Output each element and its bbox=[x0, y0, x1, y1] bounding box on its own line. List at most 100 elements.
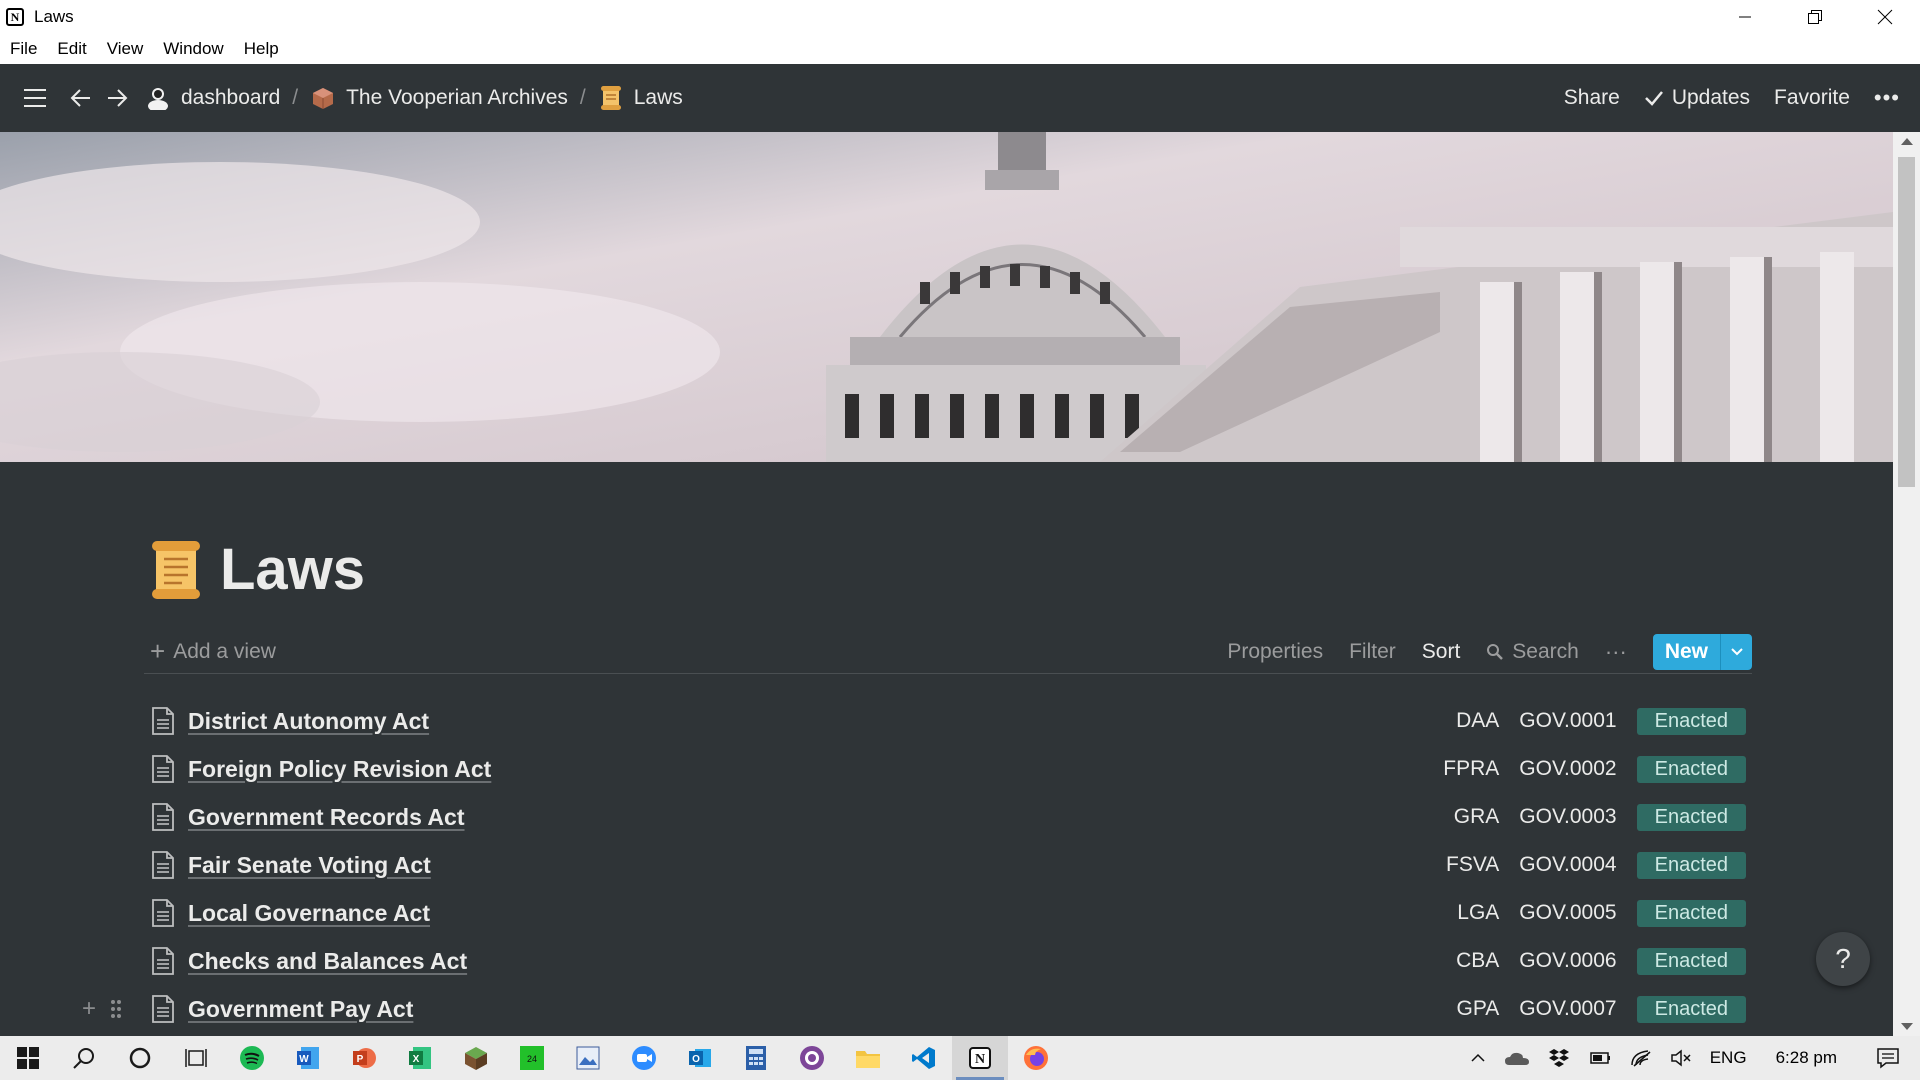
vscode-icon[interactable] bbox=[896, 1036, 952, 1080]
list-item[interactable]: Local Governance Act LGA GOV.0005 Enacte… bbox=[144, 889, 1752, 937]
notifications-icon[interactable] bbox=[1876, 1047, 1900, 1069]
scrollbar-thumb[interactable] bbox=[1898, 157, 1915, 487]
law-code: GOV.0004 bbox=[1519, 853, 1617, 876]
scroll-down-icon[interactable] bbox=[1901, 1023, 1913, 1030]
menu-view[interactable]: View bbox=[107, 39, 144, 59]
scroll-up-icon[interactable] bbox=[1901, 138, 1913, 145]
updates-label: Updates bbox=[1671, 86, 1751, 109]
list-item[interactable]: District Autonomy Act DAA GOV.0001 Enact… bbox=[144, 697, 1752, 745]
law-code: GOV.0005 bbox=[1519, 901, 1617, 924]
list-item[interactable]: Checks and Balances Act CBA GOV.0006 Ena… bbox=[144, 937, 1752, 985]
cortana-icon[interactable] bbox=[112, 1036, 168, 1080]
law-name[interactable]: Foreign Policy Revision Act bbox=[188, 756, 491, 783]
add-view-button[interactable]: + Add a view bbox=[150, 636, 276, 667]
volume-muted-icon[interactable] bbox=[1670, 1049, 1692, 1067]
breadcrumb-laws[interactable]: Laws bbox=[598, 85, 683, 111]
page-scrollbar[interactable] bbox=[1893, 132, 1920, 1036]
menu-help[interactable]: Help bbox=[244, 39, 279, 59]
filter-button[interactable]: Filter bbox=[1349, 640, 1396, 664]
search-label: Search bbox=[1512, 639, 1579, 663]
status-badge: Enacted bbox=[1636, 851, 1746, 879]
page-title[interactable]: Laws bbox=[220, 536, 365, 603]
menu-file[interactable]: File bbox=[10, 39, 37, 59]
calculator-icon[interactable] bbox=[728, 1036, 784, 1080]
law-name[interactable]: Government Pay Act bbox=[188, 996, 413, 1023]
onedrive-icon[interactable] bbox=[1504, 1050, 1530, 1066]
breadcrumb-dashboard[interactable]: dashboard bbox=[145, 85, 280, 111]
list-item[interactable]: + Government Pay Act GPA GOV.0007 Enacte… bbox=[82, 985, 1752, 1033]
close-button[interactable] bbox=[1850, 0, 1920, 34]
page-icon bbox=[152, 947, 174, 975]
minecraft-icon[interactable] bbox=[448, 1036, 504, 1080]
photo-app-icon[interactable] bbox=[560, 1036, 616, 1080]
file-explorer-icon[interactable] bbox=[840, 1036, 896, 1080]
list-item[interactable]: Foreign Policy Revision Act FPRA GOV.000… bbox=[144, 745, 1752, 793]
search-button[interactable]: Search bbox=[1486, 640, 1579, 664]
search-icon bbox=[1487, 643, 1504, 660]
svg-text:X: X bbox=[413, 1054, 420, 1065]
task-view-icon[interactable] bbox=[168, 1036, 224, 1080]
favorite-button[interactable]: Favorite bbox=[1774, 86, 1850, 110]
new-button-group: New bbox=[1652, 633, 1752, 670]
new-dropdown-button[interactable] bbox=[1720, 633, 1752, 670]
law-name[interactable]: Checks and Balances Act bbox=[188, 948, 467, 975]
add-block-icon[interactable]: + bbox=[82, 995, 96, 1023]
svg-text:24: 24 bbox=[527, 1054, 537, 1064]
spotify-icon[interactable] bbox=[224, 1036, 280, 1080]
law-name[interactable]: Government Records Act bbox=[188, 804, 465, 831]
back-button[interactable] bbox=[63, 80, 99, 116]
law-abbreviation: CBA bbox=[1456, 949, 1500, 972]
drag-handle-icon[interactable] bbox=[110, 999, 122, 1019]
excel-icon[interactable]: X bbox=[392, 1036, 448, 1080]
database-view-bar: + Add a view Properties Filter Sort Sear… bbox=[144, 630, 1752, 674]
new-button[interactable]: New bbox=[1652, 633, 1720, 670]
minimize-button[interactable] bbox=[1710, 0, 1780, 34]
clock[interactable]: 6:28 pm bbox=[1776, 1048, 1837, 1068]
restore-button[interactable] bbox=[1780, 0, 1850, 34]
language-indicator[interactable]: ENG bbox=[1710, 1048, 1747, 1068]
law-name[interactable]: Local Governance Act bbox=[188, 900, 430, 927]
game-app-icon[interactable]: 24 bbox=[504, 1036, 560, 1080]
scroll-icon[interactable] bbox=[148, 539, 204, 601]
view-more-button[interactable]: ··· bbox=[1605, 639, 1627, 665]
law-code: GOV.0001 bbox=[1519, 709, 1617, 732]
outlook-icon[interactable]: O bbox=[672, 1036, 728, 1080]
battery-icon[interactable] bbox=[1588, 1050, 1612, 1066]
more-options-button[interactable]: ••• bbox=[1874, 85, 1900, 111]
law-name[interactable]: District Autonomy Act bbox=[188, 708, 429, 735]
page-cover-image bbox=[0, 132, 1893, 462]
powerpoint-icon[interactable]: P bbox=[336, 1036, 392, 1080]
plus-icon: + bbox=[150, 636, 166, 666]
zoom-icon[interactable] bbox=[616, 1036, 672, 1080]
package-icon bbox=[310, 85, 336, 111]
forward-button[interactable] bbox=[99, 80, 135, 116]
updates-button[interactable]: Updates bbox=[1644, 86, 1750, 110]
law-name[interactable]: Fair Senate Voting Act bbox=[188, 852, 431, 879]
sort-button[interactable]: Sort bbox=[1422, 640, 1461, 664]
breadcrumb-label: The Vooperian Archives bbox=[346, 86, 568, 109]
page-icon bbox=[152, 803, 174, 831]
breadcrumb-archives[interactable]: The Vooperian Archives bbox=[310, 85, 568, 111]
status-badge: Enacted bbox=[1636, 803, 1746, 831]
menu-window[interactable]: Window bbox=[163, 39, 223, 59]
properties-button[interactable]: Properties bbox=[1227, 640, 1323, 664]
status-badge: Enacted bbox=[1636, 755, 1746, 783]
dropbox-icon[interactable] bbox=[1548, 1048, 1570, 1068]
windows-start-icon[interactable] bbox=[0, 1036, 56, 1080]
menu-edit[interactable]: Edit bbox=[57, 39, 86, 59]
close-icon bbox=[1877, 9, 1893, 25]
list-item[interactable]: Government Records Act GRA GOV.0003 Enac… bbox=[144, 793, 1752, 841]
help-button[interactable]: ? bbox=[1816, 932, 1870, 986]
list-item[interactable]: Fair Senate Voting Act FSVA GOV.0004 Ena… bbox=[144, 841, 1752, 889]
notion-icon[interactable]: N bbox=[952, 1036, 1008, 1080]
tor-icon[interactable] bbox=[784, 1036, 840, 1080]
law-abbreviation: GPA bbox=[1456, 997, 1500, 1020]
sidebar-toggle-button[interactable] bbox=[17, 80, 53, 116]
wifi-icon[interactable] bbox=[1630, 1049, 1652, 1067]
share-button[interactable]: Share bbox=[1564, 86, 1620, 110]
chevron-up-icon[interactable] bbox=[1470, 1053, 1486, 1063]
word-icon[interactable]: W bbox=[280, 1036, 336, 1080]
firefox-icon[interactable] bbox=[1008, 1036, 1064, 1080]
scroll-icon bbox=[598, 85, 624, 111]
search-icon[interactable] bbox=[56, 1036, 112, 1080]
